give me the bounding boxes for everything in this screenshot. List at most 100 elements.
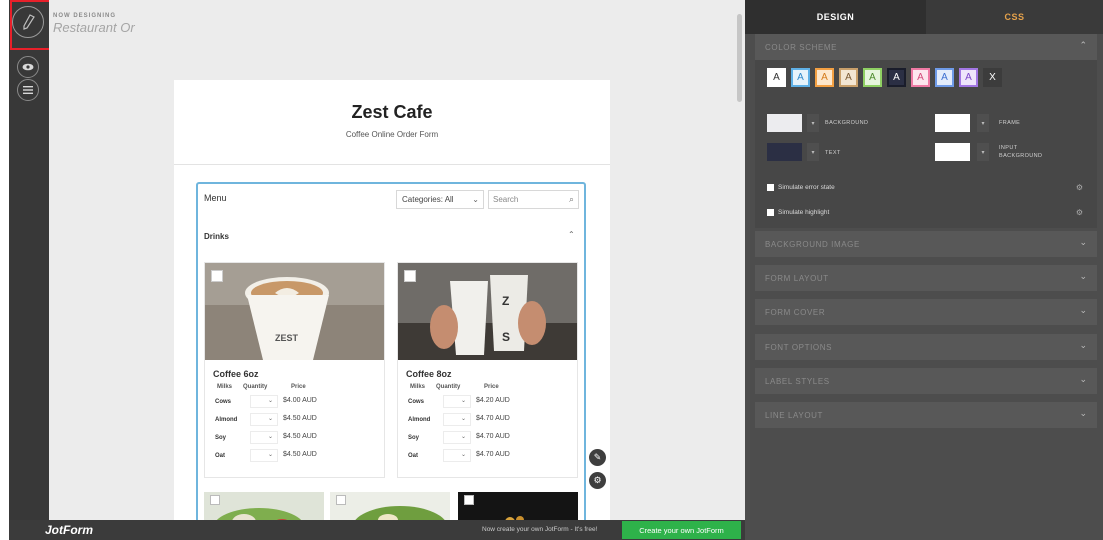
chevron-down-icon: ⌄ <box>1079 271 1087 281</box>
milk-name: Oat <box>215 453 226 459</box>
create-jotform-button[interactable]: Create your own JotForm <box>622 521 741 539</box>
quantity-select[interactable]: ⌄ <box>250 413 278 426</box>
category-select[interactable]: Categories: All ⌄ <box>396 190 484 209</box>
col-milks: Milks <box>217 384 233 390</box>
chevron-down-icon[interactable]: ▾ <box>977 143 989 161</box>
quantity-select[interactable]: ⌄ <box>250 431 278 444</box>
section-title: FORM LAYOUT <box>765 274 829 283</box>
search-placeholder: Search <box>493 195 519 204</box>
section-form-layout[interactable]: FORM LAYOUT ⌄ <box>755 265 1097 291</box>
chevron-down-icon[interactable]: ▾ <box>977 114 989 132</box>
option-row: Cows ⌄ $4.00 AUD <box>205 395 384 409</box>
product-checkbox[interactable] <box>210 495 220 505</box>
tab-css[interactable]: CSS <box>926 0 1103 34</box>
design-panel: DESIGN CSS COLOR SCHEME ⌃ AAAAAAAAAX ▾ B… <box>745 0 1103 540</box>
color-scheme-swatch[interactable]: A <box>959 68 978 87</box>
option-price: $4.70 AUD <box>476 451 510 458</box>
color-scheme-swatch[interactable]: A <box>863 68 882 87</box>
color-scheme-swatch[interactable]: A <box>767 68 786 87</box>
quantity-select[interactable]: ⌄ <box>250 395 278 408</box>
jotform-logo[interactable]: JotForm <box>45 523 93 537</box>
section-label-styles[interactable]: LABEL STYLES ⌄ <box>755 368 1097 394</box>
section-form-cover[interactable]: FORM COVER ⌄ <box>755 299 1097 325</box>
category-select-value: Categories: All <box>402 195 454 204</box>
form-subtitle: Coffee Online Order Form <box>345 130 439 139</box>
section-title: FORM COVER <box>765 308 826 317</box>
product-card[interactable]: Z S Coffee 8oz Milks Quantity Price Cows… <box>397 262 578 478</box>
chevron-down-icon[interactable]: ▾ <box>807 114 819 132</box>
product-checkbox[interactable] <box>464 495 474 505</box>
chevron-down-icon: ⌄ <box>1079 305 1087 315</box>
milk-name: Almond <box>408 417 431 423</box>
section-title: COLOR SCHEME <box>765 43 838 52</box>
chevron-down-icon[interactable]: ▾ <box>807 143 819 161</box>
col-quantity: Quantity <box>243 384 268 390</box>
quantity-select[interactable]: ⌄ <box>443 431 471 444</box>
search-input[interactable]: Search ⌕ <box>488 190 579 209</box>
section-background-image[interactable]: BACKGROUND IMAGE ⌄ <box>755 231 1097 257</box>
quantity-select[interactable]: ⌄ <box>443 449 471 462</box>
quantity-select[interactable]: ⌄ <box>250 449 278 462</box>
frame-color-swatch[interactable] <box>935 114 970 132</box>
left-rail <box>9 0 49 540</box>
option-price: $4.50 AUD <box>283 433 317 440</box>
gear-icon[interactable]: ⚙ <box>1076 183 1083 192</box>
bottom-bar: JotForm Now create your own JotForm - It… <box>9 520 745 540</box>
product-name: Coffee 8oz <box>406 369 452 379</box>
form-preview: Zest Cafe Coffee Online Order Form Menu … <box>174 80 610 520</box>
simulate-error-label: Simulate error state <box>778 184 835 191</box>
coffee-cups-image: Z S <box>398 263 577 360</box>
checkbox[interactable] <box>767 209 774 216</box>
tab-design[interactable]: DESIGN <box>745 0 926 34</box>
color-scheme-swatch[interactable]: A <box>839 68 858 87</box>
option-row: Almond ⌄ $4.50 AUD <box>205 413 384 427</box>
now-designing-label: NOW DESIGNING <box>53 13 117 19</box>
option-row: Cows ⌄ $4.20 AUD <box>398 395 577 409</box>
form-name[interactable]: Restaurant Or <box>53 20 135 35</box>
eye-icon[interactable] <box>17 56 39 78</box>
section-title: LABEL STYLES <box>765 377 830 386</box>
salad-image[interactable] <box>204 492 324 520</box>
reset-scheme-button[interactable]: X <box>983 68 1002 87</box>
section-label: Drinks <box>204 232 229 241</box>
salad-bowl-image[interactable] <box>330 492 450 520</box>
color-scheme-swatch[interactable]: A <box>791 68 810 87</box>
product-checkbox[interactable] <box>404 270 416 282</box>
color-scheme-swatch[interactable]: A <box>935 68 954 87</box>
scrollbar-thumb[interactable] <box>737 14 742 102</box>
option-row: Oat ⌄ $4.70 AUD <box>398 449 577 463</box>
gear-icon[interactable]: ⚙ <box>1076 208 1083 217</box>
section-line-layout[interactable]: LINE LAYOUT ⌄ <box>755 402 1097 428</box>
product-card[interactable]: ZEST Coffee 6oz Milks Quantity Price Cow… <box>204 262 385 478</box>
milk-name: Soy <box>408 435 420 441</box>
checkbox[interactable] <box>767 184 774 191</box>
product-checkbox[interactable] <box>336 495 346 505</box>
section-color-scheme[interactable]: COLOR SCHEME ⌃ <box>755 34 1097 60</box>
chevron-down-icon: ⌄ <box>1079 374 1087 384</box>
simulate-error-toggle[interactable]: Simulate error state <box>767 184 835 191</box>
product-list-widget[interactable]: Menu Categories: All ⌄ Search ⌕ Drinks ⌃ <box>196 182 586 520</box>
input-background-swatch[interactable] <box>935 143 970 161</box>
dark-food-image[interactable] <box>458 492 578 520</box>
simulate-highlight-toggle[interactable]: Simulate highlight <box>767 209 829 216</box>
option-price: $4.20 AUD <box>476 397 510 404</box>
wrench-icon[interactable]: ✎ <box>589 449 606 466</box>
background-color-swatch[interactable] <box>767 114 802 132</box>
quantity-select[interactable]: ⌄ <box>443 395 471 408</box>
section-title: FONT OPTIONS <box>765 343 833 352</box>
color-scheme-swatch[interactable]: A <box>911 68 930 87</box>
app-root: NOW DESIGNING Restaurant Or Zest Cafe Co… <box>0 0 1103 540</box>
input-background-label: BACKGROUND <box>999 153 1043 159</box>
chevron-up-icon[interactable]: ⌃ <box>568 230 575 239</box>
color-scheme-swatch[interactable]: A <box>887 68 906 87</box>
gear-icon[interactable]: ⚙ <box>589 472 606 489</box>
color-scheme-swatch[interactable]: A <box>815 68 834 87</box>
product-checkbox[interactable] <box>211 270 223 282</box>
milk-name: Soy <box>215 435 227 441</box>
canvas-scrollbar[interactable] <box>735 0 745 520</box>
section-font-options[interactable]: FONT OPTIONS ⌄ <box>755 334 1097 360</box>
quantity-select[interactable]: ⌄ <box>443 413 471 426</box>
hamburger-icon[interactable] <box>17 79 39 101</box>
text-color-swatch[interactable] <box>767 143 802 161</box>
svg-text:Z: Z <box>502 294 509 308</box>
